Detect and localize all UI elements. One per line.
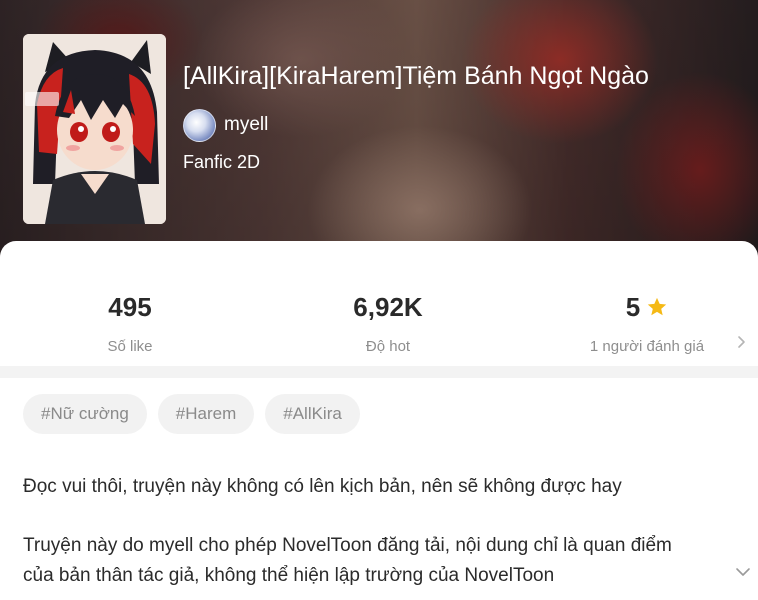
description-notice-line-2: của bản thân tác giả, không thể hiện lập…	[23, 565, 555, 586]
author-avatar[interactable]	[183, 108, 216, 142]
tag-list: #Nữ cường #Harem #AllKira	[23, 394, 360, 434]
hot-count: 6,92K	[353, 291, 423, 322]
likes-count: 495	[108, 291, 152, 322]
chevron-down-icon[interactable]	[734, 565, 752, 579]
stat-hot: 6,92K Độ hot	[288, 290, 488, 356]
tag-harem[interactable]: #Harem	[157, 394, 255, 434]
book-category[interactable]: Fanfic 2D	[183, 152, 260, 173]
star-icon	[648, 297, 667, 316]
author-name[interactable]: myell	[224, 114, 268, 136]
author-row[interactable]: myell	[183, 108, 268, 142]
book-cover[interactable]	[23, 34, 166, 224]
description-notice-line-1: Truyện này do myell cho phép NovelToon đ…	[23, 535, 672, 556]
cover-illustration	[23, 34, 166, 224]
section-divider	[0, 366, 758, 378]
stat-likes: 495 Số like	[30, 290, 230, 356]
description-summary: Đọc vui thôi, truyện này không có lên kị…	[23, 476, 622, 497]
hot-label: Độ hot	[365, 338, 411, 355]
tag-allkira[interactable]: #AllKira	[265, 394, 360, 434]
stat-rating[interactable]: 5 1 người đánh giá	[547, 290, 747, 356]
likes-label: Số like	[107, 338, 153, 355]
rating-value: 5	[625, 291, 641, 322]
book-title: [AllKira][KiraHarem]Tiệm Bánh Ngọt Ngào	[183, 62, 649, 90]
rating-label: 1 người đánh giá	[589, 338, 705, 355]
stats-row: 495 Số like 6,92K Độ hot 5 1 người đánh …	[0, 290, 758, 360]
book-description: Đọc vui thôi, truyện này không có lên kị…	[23, 472, 733, 591]
chevron-right-icon[interactable]	[734, 335, 748, 349]
tag-nu-cuong[interactable]: #Nữ cường	[23, 394, 147, 434]
